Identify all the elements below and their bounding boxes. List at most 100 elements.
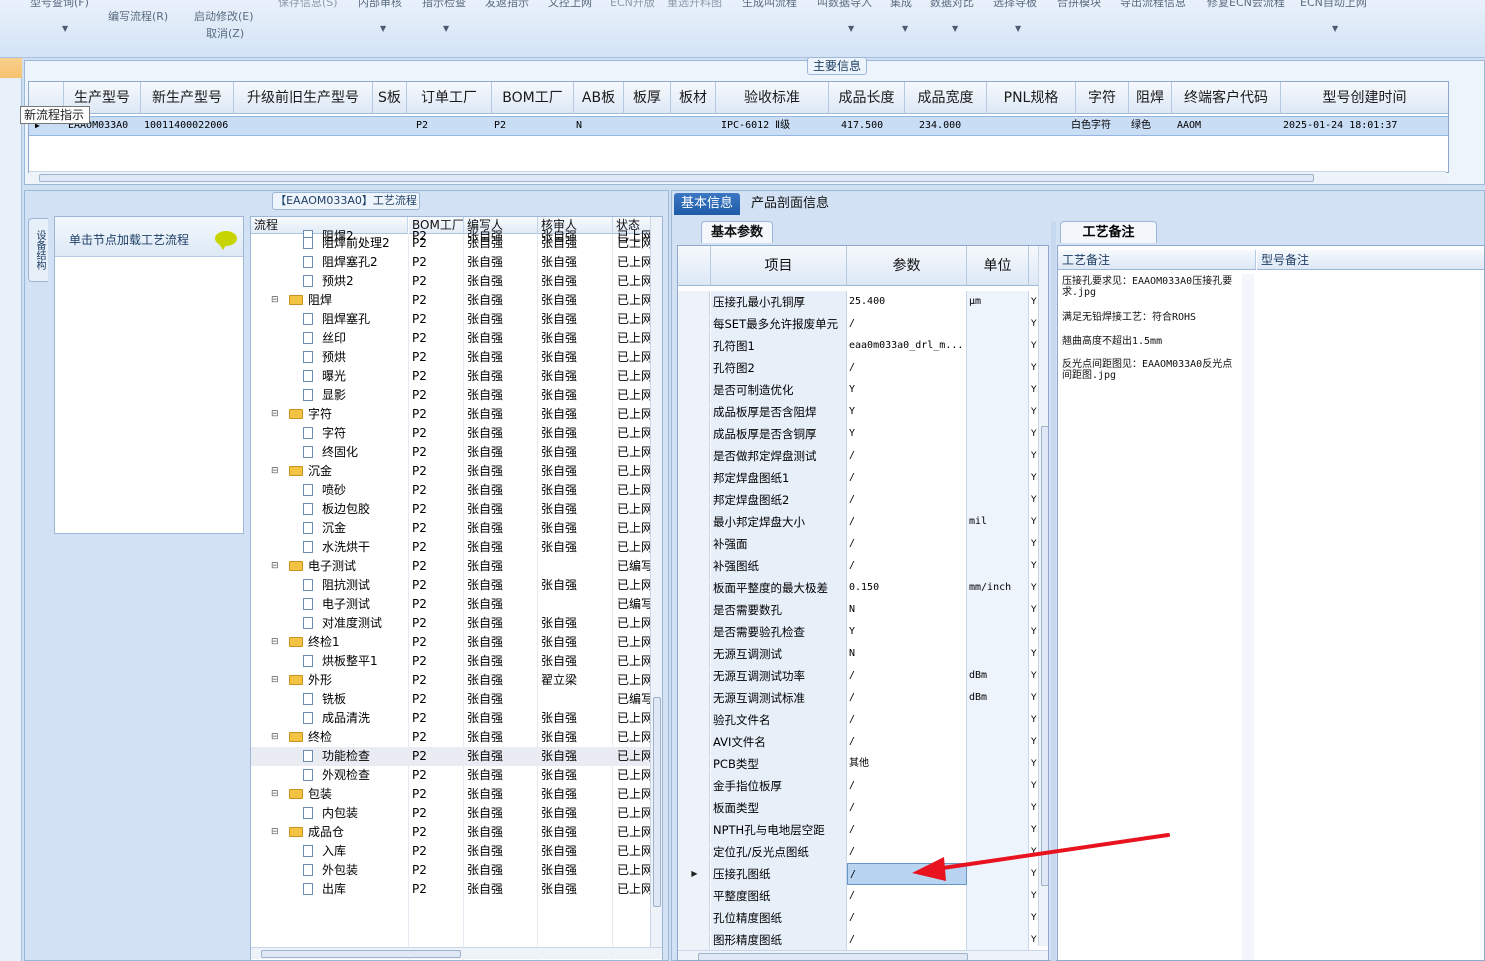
param-value-input[interactable]: N	[847, 599, 967, 621]
tree-row[interactable]: 终检 ⊟ P2 张自强 张自强 已上网	[251, 728, 651, 747]
param-value-input[interactable]: /	[847, 467, 967, 489]
params-column-header[interactable]: 参数	[847, 246, 967, 286]
tree-vscroll-thumb[interactable]	[653, 697, 661, 907]
column-header[interactable]: 升级前旧生产型号	[234, 82, 373, 114]
param-row[interactable]: 板面类型 / Y	[678, 797, 1039, 819]
tree-node[interactable]: 成品仓	[289, 823, 407, 842]
tree-node[interactable]: 预烘2	[303, 272, 407, 291]
column-header[interactable]: 阻焊	[1129, 82, 1172, 114]
tree-row[interactable]: 预烘2 P2 张自强 张自强 已上网	[251, 272, 651, 291]
param-row[interactable]: PCB类型 其他 Y	[678, 753, 1039, 775]
tree-node[interactable]: 终固化	[303, 443, 407, 462]
grid-cell[interactable]: N	[574, 116, 622, 136]
grid-cell[interactable]: P2	[492, 116, 572, 136]
dropdown-arrow-icon[interactable]: ▼	[1332, 24, 1338, 33]
tree-row[interactable]: 入库 P2 张自强 张自强 已上网	[251, 842, 651, 861]
param-value-input[interactable]: /	[847, 907, 967, 929]
tree-row[interactable]: 电子测试 ⊟ P2 张自强 已编写	[251, 557, 651, 576]
tree-node[interactable]: 沉金	[303, 519, 407, 538]
param-value-input[interactable]: Y	[847, 401, 967, 423]
tree-row[interactable]: 丝印 P2 张自强 张自强 已上网	[251, 329, 651, 348]
tree-node[interactable]: 成品清洗	[303, 709, 407, 728]
tree-row[interactable]: 功能检查 P2 张自强 张自强 已上网	[251, 747, 651, 766]
tree-row[interactable]: 显影 P2 张自强 张自强 已上网	[251, 386, 651, 405]
params-column-header[interactable]: 单位	[967, 246, 1029, 286]
tree-row[interactable]: 出库 P2 张自强 张自强 已上网	[251, 880, 651, 899]
dropdown-arrow-icon[interactable]: ▼	[62, 24, 68, 33]
toolbar-item-18[interactable]: 修复ECN会流程	[1207, 0, 1285, 10]
param-row[interactable]: 邦定焊盘图纸2/Y	[678, 489, 1039, 511]
toolbar-item-5[interactable]: 内部审核	[358, 0, 402, 10]
param-row[interactable]: 补强面 / Y	[678, 533, 1039, 555]
tree-row[interactable]: 烘板整平1 P2 张自强 张自强 已上网	[251, 652, 651, 671]
collapse-toggle-icon[interactable]: ⊟	[271, 633, 279, 652]
main-info-hscrollbar[interactable]	[29, 171, 1446, 183]
column-header[interactable]: 成品长度	[829, 82, 905, 114]
tree-node[interactable]: 终检	[289, 728, 407, 747]
toolbar-item-6[interactable]: 指示检查	[422, 0, 466, 10]
tree-node[interactable]: 入库	[303, 842, 407, 861]
main-info-hscroll-thumb[interactable]	[39, 174, 1314, 182]
param-value-input[interactable]: /	[847, 687, 967, 709]
param-row[interactable]: 孔位精度图纸 / Y	[678, 907, 1039, 929]
tree-row[interactable]: 成品清洗 P2 张自强 张自强 已上网	[251, 709, 651, 728]
tree-node[interactable]: 阻焊塞孔2	[303, 253, 407, 272]
column-header[interactable]: 字符	[1076, 82, 1129, 114]
tree-row[interactable]: 板边包胶 P2 张自强 张自强 已上网	[251, 500, 651, 519]
dropdown-arrow-icon[interactable]: ▼	[443, 24, 449, 33]
tree-node[interactable]: 出库	[303, 880, 407, 899]
tree-row[interactable]: 终固化 P2 张自强 张自强 已上网	[251, 443, 651, 462]
tab-process-remarks[interactable]: 工艺备注	[1060, 221, 1157, 243]
tree-node[interactable]: 丝印	[303, 329, 407, 348]
tree-row[interactable]: 沉金 ⊟ P2 张自强 张自强 已上网	[251, 462, 651, 481]
grid-cell[interactable]	[671, 116, 714, 136]
tree-node[interactable]: 阻焊	[289, 291, 407, 310]
param-value-input[interactable]: /	[847, 357, 967, 379]
dropdown-arrow-icon[interactable]: ▼	[1015, 24, 1021, 33]
param-row[interactable]: 无源互调测试标准 / dBm Y	[678, 687, 1039, 709]
tree-vscrollbar[interactable]	[650, 217, 662, 947]
tree-node[interactable]: 内包装	[303, 804, 407, 823]
tree-node[interactable]: 阻抗测试	[303, 576, 407, 595]
vertical-tab-equipment[interactable]: 设备结构	[28, 218, 48, 282]
tree-node[interactable]: 板边包胶	[303, 500, 407, 519]
param-row[interactable]: 补强图纸 / Y	[678, 555, 1039, 577]
param-value-input[interactable]: /	[847, 445, 967, 467]
toolbar-item-1[interactable]: 编写流程(R)	[108, 8, 168, 24]
tree-node[interactable]: 外包装	[303, 861, 407, 880]
param-value-input[interactable]: /	[847, 313, 967, 335]
param-value-input[interactable]: /	[847, 797, 967, 819]
grid-cell[interactable]	[624, 116, 669, 136]
param-row[interactable]: 是否需要验孔检查 Y Y	[678, 621, 1039, 643]
column-header[interactable]: 验收标准	[716, 82, 829, 114]
tree-row[interactable]: 字符 ⊟ P2 张自强 张自强 已上网	[251, 405, 651, 424]
param-row[interactable]: 孔符图1 eaa0m033a0_drl_m... Y	[678, 335, 1039, 357]
param-value-input[interactable]: /	[847, 533, 967, 555]
grid-cell[interactable]: 417.500	[839, 116, 913, 136]
param-row[interactable]: 每SET最多允许报废单元 / Y	[678, 313, 1039, 335]
tree-node[interactable]: 水洗烘干	[303, 538, 407, 557]
params-vscroll-thumb[interactable]	[1041, 426, 1048, 886]
param-value-input[interactable]: /	[847, 775, 967, 797]
param-value-input[interactable]: /	[847, 511, 967, 533]
column-header[interactable]: 终端客户代码	[1172, 82, 1281, 114]
param-row[interactable]: 压接孔最小孔铜厚 25.400 μm Y	[678, 291, 1039, 313]
param-row[interactable]: 孔符图2/Y	[678, 357, 1039, 379]
column-header[interactable]: AB板	[574, 82, 624, 114]
collapse-toggle-icon[interactable]: ⊟	[271, 462, 279, 481]
param-row[interactable]: 验孔文件名 / Y	[678, 709, 1039, 731]
column-header[interactable]: 成品宽度	[905, 82, 987, 114]
grid-cell[interactable]	[991, 116, 1078, 136]
grid-cell[interactable]	[373, 116, 405, 136]
tree-row[interactable]: 字符 P2 张自强 张自强 已上网	[251, 424, 651, 443]
dropdown-arrow-icon[interactable]: ▼	[848, 24, 854, 33]
toolbar-item-3[interactable]: 取消(Z)	[206, 25, 244, 41]
param-value-input[interactable]: /	[847, 731, 967, 753]
tree-node[interactable]: 电子测试	[303, 595, 407, 614]
toolbar-item-9[interactable]: ECN升版	[610, 0, 655, 10]
param-value-input[interactable]: 0.150	[847, 577, 967, 599]
tree-node[interactable]: 沉金	[289, 462, 407, 481]
toolbar-item-13[interactable]: 集成	[890, 0, 912, 10]
tree-row[interactable]: 曝光 P2 张自强 张自强 已上网	[251, 367, 651, 386]
param-row[interactable]: 是否需要数孔 N Y	[678, 599, 1039, 621]
